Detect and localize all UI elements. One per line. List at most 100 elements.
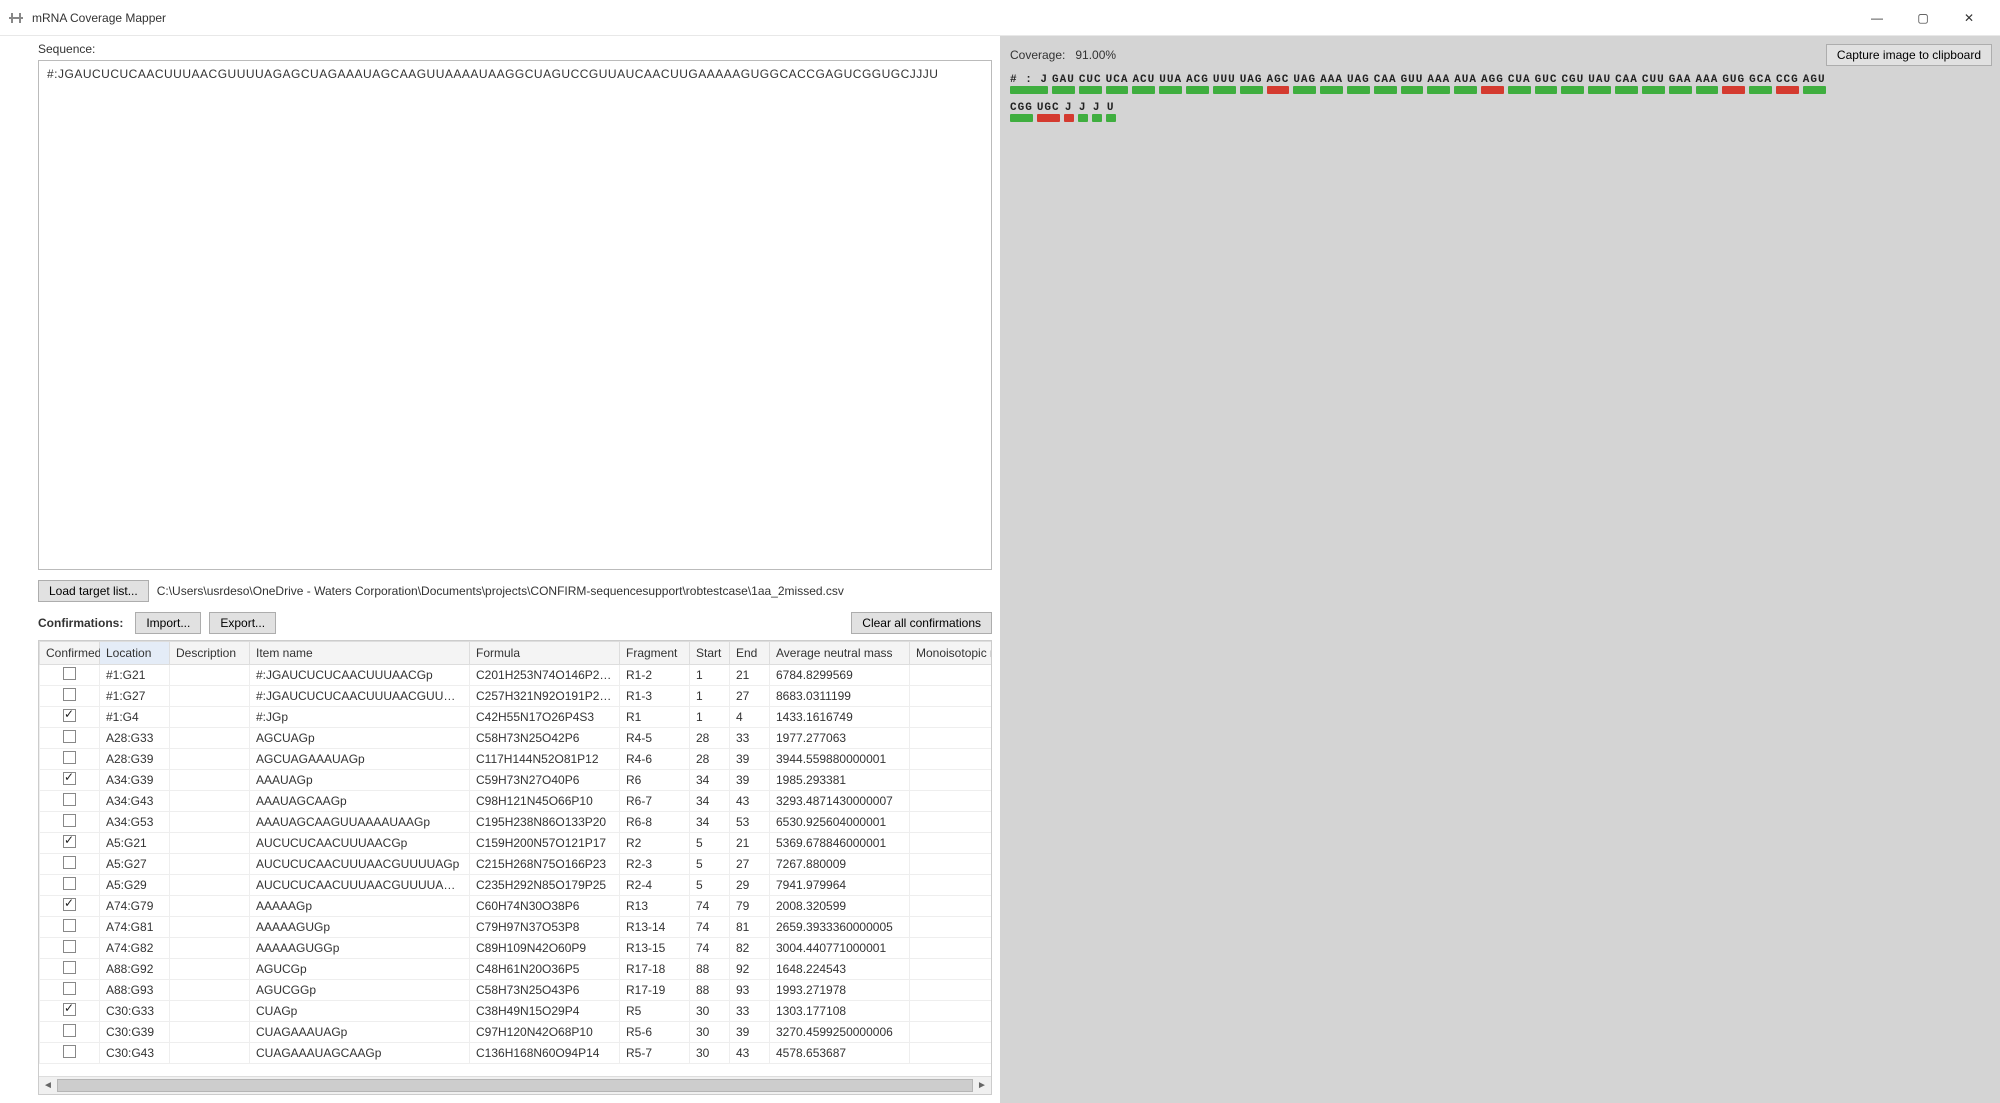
col-location[interactable]: Location bbox=[100, 642, 170, 665]
coverage-segment: U bbox=[1106, 102, 1116, 122]
coverage-segment: GUU bbox=[1401, 74, 1424, 94]
table-row[interactable]: C30:G33CUAGpC38H49N15O29P4R530331303.177… bbox=[40, 1001, 992, 1022]
confirm-checkbox[interactable] bbox=[63, 835, 76, 848]
confirm-checkbox[interactable] bbox=[63, 898, 76, 911]
col-avg[interactable]: Average neutral mass bbox=[770, 642, 910, 665]
window-title: mRNA Coverage Mapper bbox=[32, 11, 166, 25]
coverage-segment: UUU bbox=[1213, 74, 1236, 94]
coverage-segment: UAU bbox=[1588, 74, 1611, 94]
capture-clipboard-button[interactable]: Capture image to clipboard bbox=[1826, 44, 1992, 66]
col-description[interactable]: Description bbox=[170, 642, 250, 665]
sequence-textarea[interactable]: #:JGAUCUCUCAACUUUAACGUUUUAGAGCUAGAAAUAGC… bbox=[38, 60, 992, 570]
table-row[interactable]: #1:G21#:JGAUCUCUCAACUUUAACGpC201H253N74O… bbox=[40, 665, 992, 686]
close-button[interactable]: ✕ bbox=[1946, 3, 1992, 33]
coverage-segment: GAA bbox=[1669, 74, 1692, 94]
table-row[interactable]: C30:G43CUAGAAAUAGCAAGpC136H168N60O94P14R… bbox=[40, 1043, 992, 1064]
confirm-checkbox[interactable] bbox=[63, 814, 76, 827]
titlebar: mRNA Coverage Mapper — ▢ ✕ bbox=[0, 0, 2000, 36]
table-row[interactable]: A88:G92AGUCGpC48H61N20O36P5R17-188892164… bbox=[40, 959, 992, 980]
coverage-segment: CCG bbox=[1776, 74, 1799, 94]
coverage-segment: CGG bbox=[1010, 102, 1033, 122]
table-row[interactable]: A34:G39AAAUAGpC59H73N27O40P6R634391985.2… bbox=[40, 770, 992, 791]
coverage-segment: GAU bbox=[1052, 74, 1075, 94]
scroll-thumb[interactable] bbox=[57, 1079, 973, 1092]
confirm-checkbox[interactable] bbox=[63, 961, 76, 974]
confirm-checkbox[interactable] bbox=[63, 1003, 76, 1016]
coverage-segment: J bbox=[1064, 102, 1074, 122]
load-target-button[interactable]: Load target list... bbox=[38, 580, 149, 602]
coverage-segment: GCA bbox=[1749, 74, 1772, 94]
import-button[interactable]: Import... bbox=[135, 612, 201, 634]
minimize-button[interactable]: — bbox=[1854, 3, 1900, 33]
col-start[interactable]: Start bbox=[690, 642, 730, 665]
coverage-segment: CUA bbox=[1508, 74, 1531, 94]
coverage-segment: UUA bbox=[1159, 74, 1182, 94]
coverage-segment: AAA bbox=[1427, 74, 1450, 94]
confirm-checkbox[interactable] bbox=[63, 1024, 76, 1037]
confirm-checkbox[interactable] bbox=[63, 793, 76, 806]
scroll-left-icon[interactable]: ◄ bbox=[39, 1077, 57, 1094]
table-row[interactable]: A28:G39AGCUAGAAAUAGpC117H144N52O81P12R4-… bbox=[40, 749, 992, 770]
coverage-segment: CAA bbox=[1615, 74, 1638, 94]
col-fragment[interactable]: Fragment bbox=[620, 642, 690, 665]
confirm-checkbox[interactable] bbox=[63, 940, 76, 953]
coverage-segment: UAG bbox=[1240, 74, 1263, 94]
coverage-segment: AAA bbox=[1320, 74, 1343, 94]
confirm-checkbox[interactable] bbox=[63, 877, 76, 890]
col-formula[interactable]: Formula bbox=[470, 642, 620, 665]
table-row[interactable]: A74:G79AAAAAGpC60H74N30O38P6R1374792008.… bbox=[40, 896, 992, 917]
sequence-label: Sequence: bbox=[38, 42, 992, 56]
table-row[interactable]: A5:G21AUCUCUCAACUUUAACGpC159H200N57O121P… bbox=[40, 833, 992, 854]
confirmations-label: Confirmations: bbox=[38, 616, 123, 630]
col-item[interactable]: Item name bbox=[250, 642, 470, 665]
coverage-segment: CAA bbox=[1374, 74, 1397, 94]
coverage-map: # : JGAUCUCUCAACUUUAACGUUUUAGAGCUAGAAAUA… bbox=[1006, 74, 1994, 122]
coverage-segment: ACU bbox=[1132, 74, 1155, 94]
confirm-checkbox[interactable] bbox=[63, 688, 76, 701]
table-row[interactable]: A5:G29AUCUCUCAACUUUAACGUUUUAGAGpC235H292… bbox=[40, 875, 992, 896]
table-row[interactable]: A34:G43AAAUAGCAAGpC98H121N45O66P10R6-734… bbox=[40, 791, 992, 812]
coverage-segment: UCA bbox=[1106, 74, 1129, 94]
table-row[interactable]: C30:G39CUAGAAAUAGpC97H120N42O68P10R5-630… bbox=[40, 1022, 992, 1043]
table-row[interactable]: A5:G27AUCUCUCAACUUUAACGUUUUAGpC215H268N7… bbox=[40, 854, 992, 875]
col-confirmed[interactable]: Confirmed bbox=[40, 642, 100, 665]
grid-horizontal-scrollbar[interactable]: ◄ ► bbox=[39, 1076, 991, 1094]
confirm-checkbox[interactable] bbox=[63, 982, 76, 995]
col-mono[interactable]: Monoisotopic neutral bbox=[910, 642, 992, 665]
table-row[interactable]: #1:G27#:JGAUCUCUCAACUUUAACGUUUUAGpC257H3… bbox=[40, 686, 992, 707]
confirm-checkbox[interactable] bbox=[63, 856, 76, 869]
coverage-segment: J bbox=[1092, 102, 1102, 122]
table-row[interactable]: A88:G93AGUCGGpC58H73N25O43P6R17-19889319… bbox=[40, 980, 992, 1001]
table-row[interactable]: A74:G81AAAAAGUGpC79H97N37O53P8R13-147481… bbox=[40, 917, 992, 938]
table-row[interactable]: A74:G82AAAAAGUGGpC89H109N42O60P9R13-1574… bbox=[40, 938, 992, 959]
coverage-segment: AGC bbox=[1267, 74, 1290, 94]
export-button[interactable]: Export... bbox=[209, 612, 276, 634]
grid-scroll[interactable]: Confirmed Location Description Item name… bbox=[39, 641, 991, 1076]
scroll-right-icon[interactable]: ► bbox=[973, 1077, 991, 1094]
coverage-segment: UGC bbox=[1037, 102, 1060, 122]
coverage-segment: UAG bbox=[1293, 74, 1316, 94]
coverage-segment: ACG bbox=[1186, 74, 1209, 94]
confirm-checkbox[interactable] bbox=[63, 772, 76, 785]
coverage-value: 91.00% bbox=[1075, 48, 1116, 62]
clear-confirmations-button[interactable]: Clear all confirmations bbox=[851, 612, 992, 634]
confirm-checkbox[interactable] bbox=[63, 667, 76, 680]
target-path: C:\Users\usrdeso\OneDrive - Waters Corpo… bbox=[157, 584, 844, 598]
app-icon bbox=[8, 10, 24, 26]
table-row[interactable]: A34:G53AAAUAGCAAGUUAAAAUAAGpC195H238N86O… bbox=[40, 812, 992, 833]
coverage-segment: AUA bbox=[1454, 74, 1477, 94]
confirm-checkbox[interactable] bbox=[63, 709, 76, 722]
coverage-segment: UAG bbox=[1347, 74, 1370, 94]
table-row[interactable]: A28:G33AGCUAGpC58H73N25O42P6R4-528331977… bbox=[40, 728, 992, 749]
coverage-label: Coverage: bbox=[1010, 48, 1065, 62]
left-pane: Sequence: #:JGAUCUCUCAACUUUAACGUUUUAGAGC… bbox=[0, 36, 1000, 1103]
coverage-segment: CUU bbox=[1642, 74, 1665, 94]
confirm-checkbox[interactable] bbox=[63, 751, 76, 764]
confirm-checkbox[interactable] bbox=[63, 919, 76, 932]
coverage-segment: CUC bbox=[1079, 74, 1102, 94]
confirm-checkbox[interactable] bbox=[63, 1045, 76, 1058]
confirm-checkbox[interactable] bbox=[63, 730, 76, 743]
col-end[interactable]: End bbox=[730, 642, 770, 665]
maximize-button[interactable]: ▢ bbox=[1900, 3, 1946, 33]
table-row[interactable]: #1:G4#:JGpC42H55N17O26P4S3R1141433.16167… bbox=[40, 707, 992, 728]
